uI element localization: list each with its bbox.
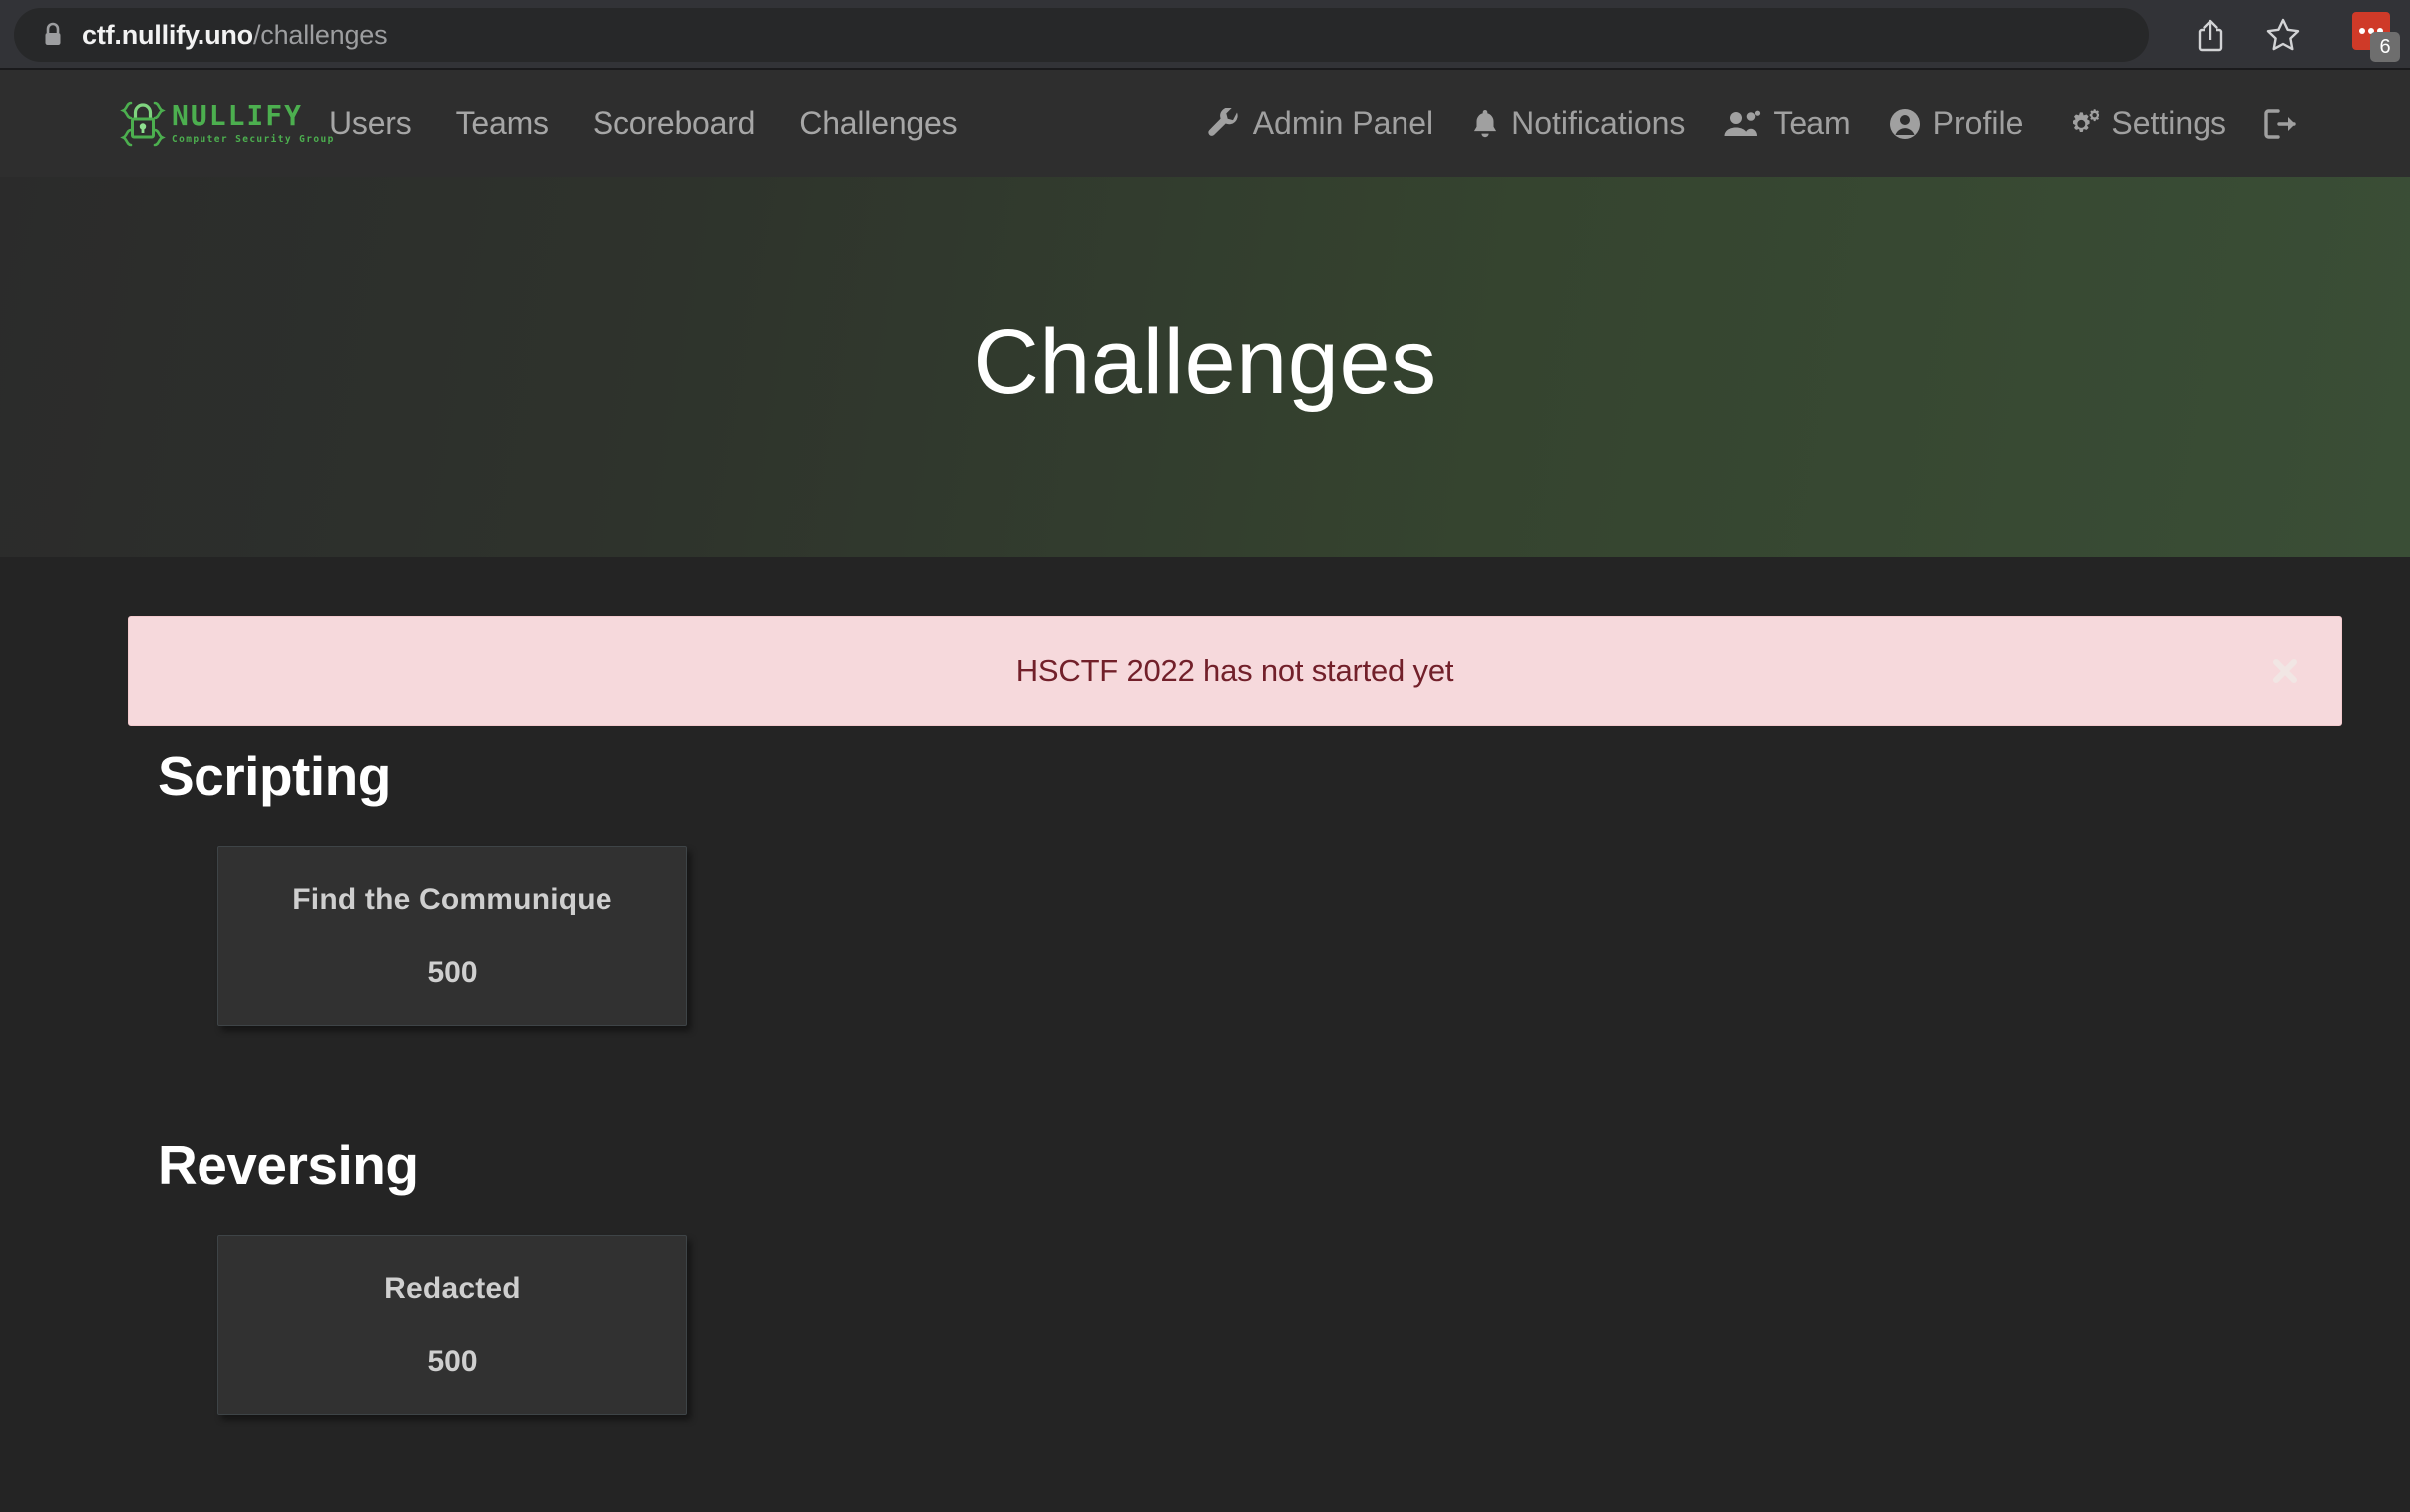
category-reversing: Reversing Redacted 500: [158, 1133, 687, 1415]
star-icon[interactable]: [2264, 16, 2300, 54]
secondary-nav: Admin Panel Notifications Team Profile S…: [1207, 105, 2310, 142]
category-title: Reversing: [158, 1134, 419, 1196]
extension-badge-count: 6: [2370, 32, 2400, 62]
nav-link-scoreboard[interactable]: Scoreboard: [593, 105, 756, 142]
brand-name: NULLIFY: [172, 99, 304, 132]
url-path: /challenges: [252, 19, 388, 50]
nav-item-label: Notifications: [1511, 105, 1686, 141]
primary-nav: Users Teams Scoreboard Challenges: [329, 105, 958, 142]
site-navbar: NULLIFY Computer Security Group Users Te…: [0, 70, 2410, 177]
nav-item-logout[interactable]: [2264, 108, 2310, 139]
nav-item-team[interactable]: Team: [1723, 105, 1851, 142]
browser-actions: [2193, 8, 2300, 62]
nav-item-profile[interactable]: Profile: [1889, 105, 2024, 142]
challenge-card-row: Redacted 500: [158, 1235, 687, 1415]
nav-link-challenges[interactable]: Challenges: [799, 105, 957, 142]
nav-item-notifications[interactable]: Notifications: [1471, 105, 1685, 142]
nav-link-teams[interactable]: Teams: [456, 105, 549, 142]
nav-item-label: Settings: [2111, 105, 2226, 141]
url-host: ctf.nullify.uno: [82, 19, 253, 50]
nav-item-settings[interactable]: Settings: [2061, 105, 2226, 142]
main-content: HSCTF 2022 has not started yet Scripting…: [0, 557, 2410, 1512]
challenge-card[interactable]: Redacted 500: [217, 1235, 687, 1415]
brand-logo[interactable]: NULLIFY Computer Security Group: [120, 98, 335, 150]
challenge-name: Redacted: [384, 1271, 521, 1305]
extension-icon[interactable]: 6: [2352, 12, 2400, 62]
category-title: Scripting: [158, 745, 391, 807]
page-title: Challenges: [973, 311, 1437, 413]
close-icon[interactable]: [2265, 651, 2305, 691]
challenge-points: 500: [427, 955, 478, 989]
challenge-points: 500: [427, 1344, 478, 1378]
alert-banner: HSCTF 2022 has not started yet: [128, 616, 2342, 726]
page-hero: Challenges: [0, 177, 2410, 557]
sign-out-icon: [2264, 108, 2298, 139]
user-circle-icon: [1889, 108, 1921, 140]
nav-item-label: Admin Panel: [1252, 105, 1434, 141]
nav-item-admin-panel[interactable]: Admin Panel: [1207, 105, 1433, 142]
alert-message: HSCTF 2022 has not started yet: [1015, 653, 1454, 688]
nav-link-users[interactable]: Users: [329, 105, 412, 142]
cogs-icon: [2061, 108, 2100, 140]
browser-chrome: ctf.nullify.uno/challenges 6: [0, 0, 2410, 70]
wrench-icon: [1207, 107, 1241, 140]
challenge-card[interactable]: Find the Communique 500: [217, 846, 687, 1026]
category-scripting: Scripting Find the Communique 500: [158, 744, 687, 1026]
bell-icon: [1471, 108, 1499, 140]
users-icon: [1723, 110, 1761, 138]
challenge-name: Find the Communique: [292, 882, 612, 916]
challenge-card-row: Find the Communique 500: [158, 846, 687, 1026]
nav-item-label: Team: [1773, 105, 1851, 141]
extension-dot: [2359, 28, 2365, 34]
nav-item-label: Profile: [1932, 105, 2024, 141]
share-icon[interactable]: [2193, 16, 2228, 54]
address-bar[interactable]: ctf.nullify.uno/challenges: [14, 8, 2149, 62]
brand-tagline: Computer Security Group: [172, 134, 335, 145]
lock-icon: [42, 22, 64, 48]
padlock-braces-logo-icon: [120, 98, 166, 150]
